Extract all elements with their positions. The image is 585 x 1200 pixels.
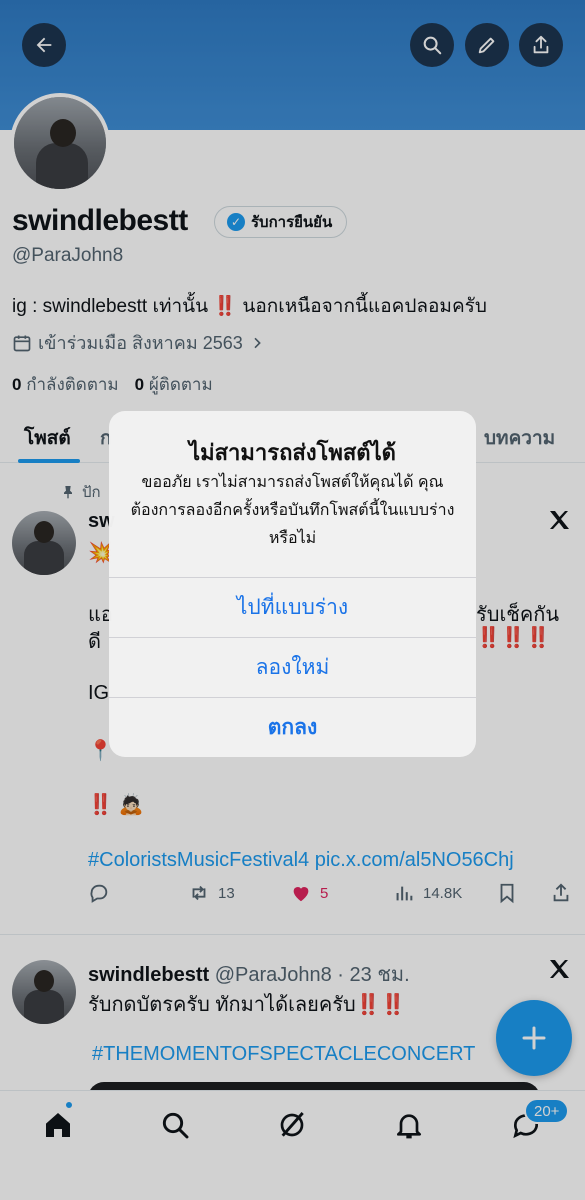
alert-message: ขออภัย เราไม่สามารถส่งโพสต์ให้คุณได้ คุณ…	[130, 474, 455, 547]
post-failed-alert: ไม่สามารถส่งโพสต์ได้ ขออภัย เราไม่สามารถ…	[109, 411, 476, 757]
alert-title: ไม่สามารถส่งโพสต์ได้	[189, 440, 396, 465]
go-to-drafts-button[interactable]: ไปที่แบบร่าง	[109, 577, 476, 637]
retry-button[interactable]: ลองใหม่	[109, 637, 476, 697]
ok-button[interactable]: ตกลง	[109, 697, 476, 757]
